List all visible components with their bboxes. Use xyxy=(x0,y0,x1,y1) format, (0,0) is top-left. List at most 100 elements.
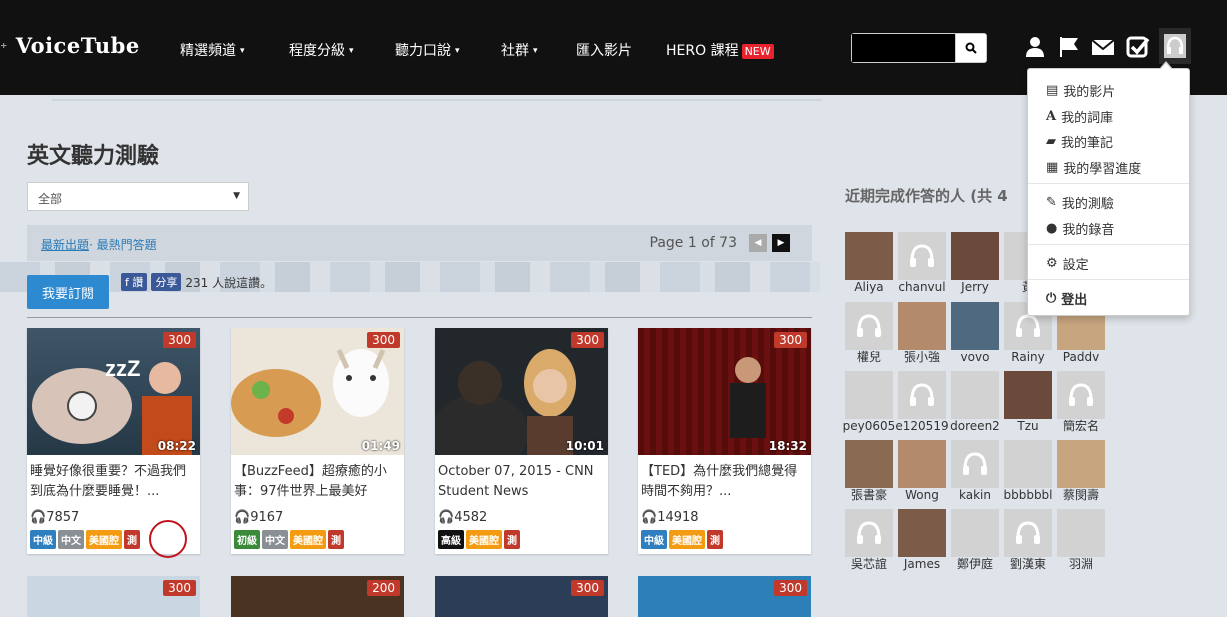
score-badge: 300 xyxy=(774,332,807,348)
participant[interactable]: Tzu xyxy=(1004,371,1052,433)
menu-my-progress[interactable]: ▦ 我的學習進度 xyxy=(1046,158,1141,177)
nav-levels[interactable]: 程度分級 ▾ xyxy=(289,40,354,60)
default-avatar-icon xyxy=(1057,371,1105,419)
avatar xyxy=(1004,440,1052,488)
tag-quiz[interactable]: 測 xyxy=(124,530,140,549)
brand-logo[interactable]: ⁺ VoiceTube xyxy=(0,33,140,58)
facebook-share-button[interactable]: 分享 xyxy=(151,273,182,291)
participant-name: 劉漢東 xyxy=(1009,557,1046,571)
nav-hero-course[interactable]: HERO 課程 NEW xyxy=(666,40,774,60)
participant-name: chanvul xyxy=(898,280,946,294)
tag-quiz[interactable]: 測 xyxy=(328,530,344,549)
participant[interactable]: 張書豪 xyxy=(845,440,893,502)
participant-name: 羽淵 xyxy=(1068,557,1093,571)
like-count: 231 人說這讚。 xyxy=(185,275,273,290)
participant[interactable]: Aliya xyxy=(845,232,893,294)
video-card[interactable]: 300 18:32 【TED】為什麼我們總覺得時間不夠用？... 🎧14918 … xyxy=(638,328,811,554)
default-avatar-icon xyxy=(845,509,893,557)
nav-community[interactable]: 社群 ▾ xyxy=(501,40,538,60)
chevron-down-icon: ▼ xyxy=(233,191,240,201)
flag-icon[interactable] xyxy=(1057,35,1081,59)
search-button[interactable] xyxy=(956,34,986,62)
participant[interactable]: Jerry xyxy=(951,232,999,294)
video-card[interactable]: 300 xyxy=(435,576,608,617)
tag-quiz[interactable]: 測 xyxy=(504,530,520,549)
menu-my-quizzes[interactable]: ✎ 我的測驗 xyxy=(1046,193,1114,212)
next-page-button[interactable]: ▶ xyxy=(772,234,790,252)
mail-icon[interactable] xyxy=(1091,35,1115,59)
video-thumbnail[interactable]: 300 18:32 xyxy=(638,328,811,455)
subscribe-button[interactable]: 我要訂閱 xyxy=(27,275,109,309)
prev-page-button[interactable]: ◀ xyxy=(749,234,767,252)
participant[interactable]: e120519 xyxy=(895,371,949,433)
separator-line xyxy=(52,99,822,101)
menu-my-videos[interactable]: ▤ 我的影片 xyxy=(1046,81,1115,100)
video-card[interactable]: 200 xyxy=(231,576,404,617)
video-card[interactable]: 300 xyxy=(638,576,811,617)
tag-accent[interactable]: 美國腔 xyxy=(669,530,705,549)
facebook-like-button[interactable]: f 讚 xyxy=(121,273,148,291)
menu-logout[interactable]: ⏻ 登出 xyxy=(1046,289,1087,308)
video-title[interactable]: 睡覺好像很重要？不過我們到底為什麼要睡覺！... xyxy=(30,462,198,502)
video-thumbnail[interactable]: 300 01:49 xyxy=(231,328,404,455)
video-card[interactable]: 300 xyxy=(27,576,200,617)
tag-level[interactable]: 中級 xyxy=(641,530,667,549)
nav-featured-channels[interactable]: 精選頻道 ▾ xyxy=(180,40,245,60)
participant[interactable]: pey0605 xyxy=(842,371,896,433)
category-filter-select[interactable]: 全部 ▼ xyxy=(27,182,249,211)
participant[interactable]: 劉漢東 xyxy=(1004,509,1052,571)
tag-quiz[interactable]: 測 xyxy=(707,530,723,549)
avatar-headphone-icon xyxy=(1164,34,1186,58)
tag-level[interactable]: 高級 xyxy=(438,530,464,549)
participant-name: Aliya xyxy=(854,280,884,294)
participant-name: doreen2 xyxy=(950,419,1000,433)
video-title[interactable]: 【BuzzFeed】超療癒的小事：97件世界上最美好 xyxy=(234,462,402,502)
menu-settings[interactable]: ⚙ 設定 xyxy=(1046,254,1089,273)
user-avatar-button[interactable] xyxy=(1159,28,1191,64)
tag-accent[interactable]: 美國腔 xyxy=(466,530,502,549)
tag-level[interactable]: 中級 xyxy=(30,530,56,549)
participant[interactable]: Wong xyxy=(898,440,946,502)
video-thumbnail[interactable]: 300 10:01 xyxy=(435,328,608,455)
video-title[interactable]: 【TED】為什麼我們總覺得時間不夠用？... xyxy=(641,462,809,502)
participant[interactable]: 張小強 xyxy=(898,302,946,364)
participant[interactable]: bbbbbbl xyxy=(1003,440,1053,502)
participant[interactable]: 羽淵 xyxy=(1057,509,1105,571)
video-card[interactable]: 300 01:49 【BuzzFeed】超療癒的小事：97件世界上最美好 🎧91… xyxy=(231,328,404,554)
user-icon[interactable] xyxy=(1023,35,1047,59)
menu-my-vocabulary[interactable]: A 我的詞庫 xyxy=(1046,107,1113,126)
participant[interactable]: 吳芯誼 xyxy=(845,509,893,571)
menu-my-recordings[interactable]: ● 我的錄音 xyxy=(1046,219,1114,238)
participant[interactable]: 鄭伊庭 xyxy=(951,509,999,571)
participant[interactable]: 蔡閔壽 xyxy=(1057,440,1105,502)
participant-name: pey0605 xyxy=(842,419,896,433)
nav-import-video[interactable]: 匯入影片 xyxy=(576,40,632,60)
tag-accent[interactable]: 美國腔 xyxy=(290,530,326,549)
participant[interactable]: 權兒 xyxy=(845,302,893,364)
tag-subtitle[interactable]: 中文 xyxy=(58,530,84,549)
tag-subtitle[interactable]: 中文 xyxy=(262,530,288,549)
participant[interactable]: vovo xyxy=(951,302,999,364)
participant[interactable]: kakin xyxy=(951,440,999,502)
search-input[interactable] xyxy=(852,34,956,62)
video-card[interactable]: 300 10:01 October 07, 2015 - CNN Student… xyxy=(435,328,608,554)
page-info: Page 1 of 73 xyxy=(649,235,737,251)
default-avatar-icon xyxy=(898,371,946,419)
tag-level[interactable]: 初級 xyxy=(234,530,260,549)
video-title[interactable]: October 07, 2015 - CNN Student News xyxy=(438,462,606,502)
video-thumbnail[interactable]: zzZ 300 08:22 xyxy=(27,328,200,455)
participant[interactable]: doreen2 xyxy=(950,371,1000,433)
checkbox-icon[interactable] xyxy=(1126,35,1150,59)
participant[interactable]: chanvul xyxy=(898,232,946,294)
participant[interactable]: James xyxy=(898,509,946,571)
tag-accent[interactable]: 美國腔 xyxy=(86,530,122,549)
chevron-right-icon: ▶ xyxy=(777,238,785,248)
tab-latest[interactable]: 最新出題 xyxy=(41,238,89,252)
participant[interactable]: 簡宏名 xyxy=(1057,371,1105,433)
avatar xyxy=(1057,509,1105,557)
avatar xyxy=(1057,440,1105,488)
nav-listening-speaking[interactable]: 聽力口說 ▾ xyxy=(395,40,460,60)
duration-label: 01:49 xyxy=(361,439,400,453)
tab-popular[interactable]: 最熱門答題 xyxy=(97,238,157,252)
menu-my-notes[interactable]: ▰ 我的筆記 xyxy=(1046,132,1113,151)
